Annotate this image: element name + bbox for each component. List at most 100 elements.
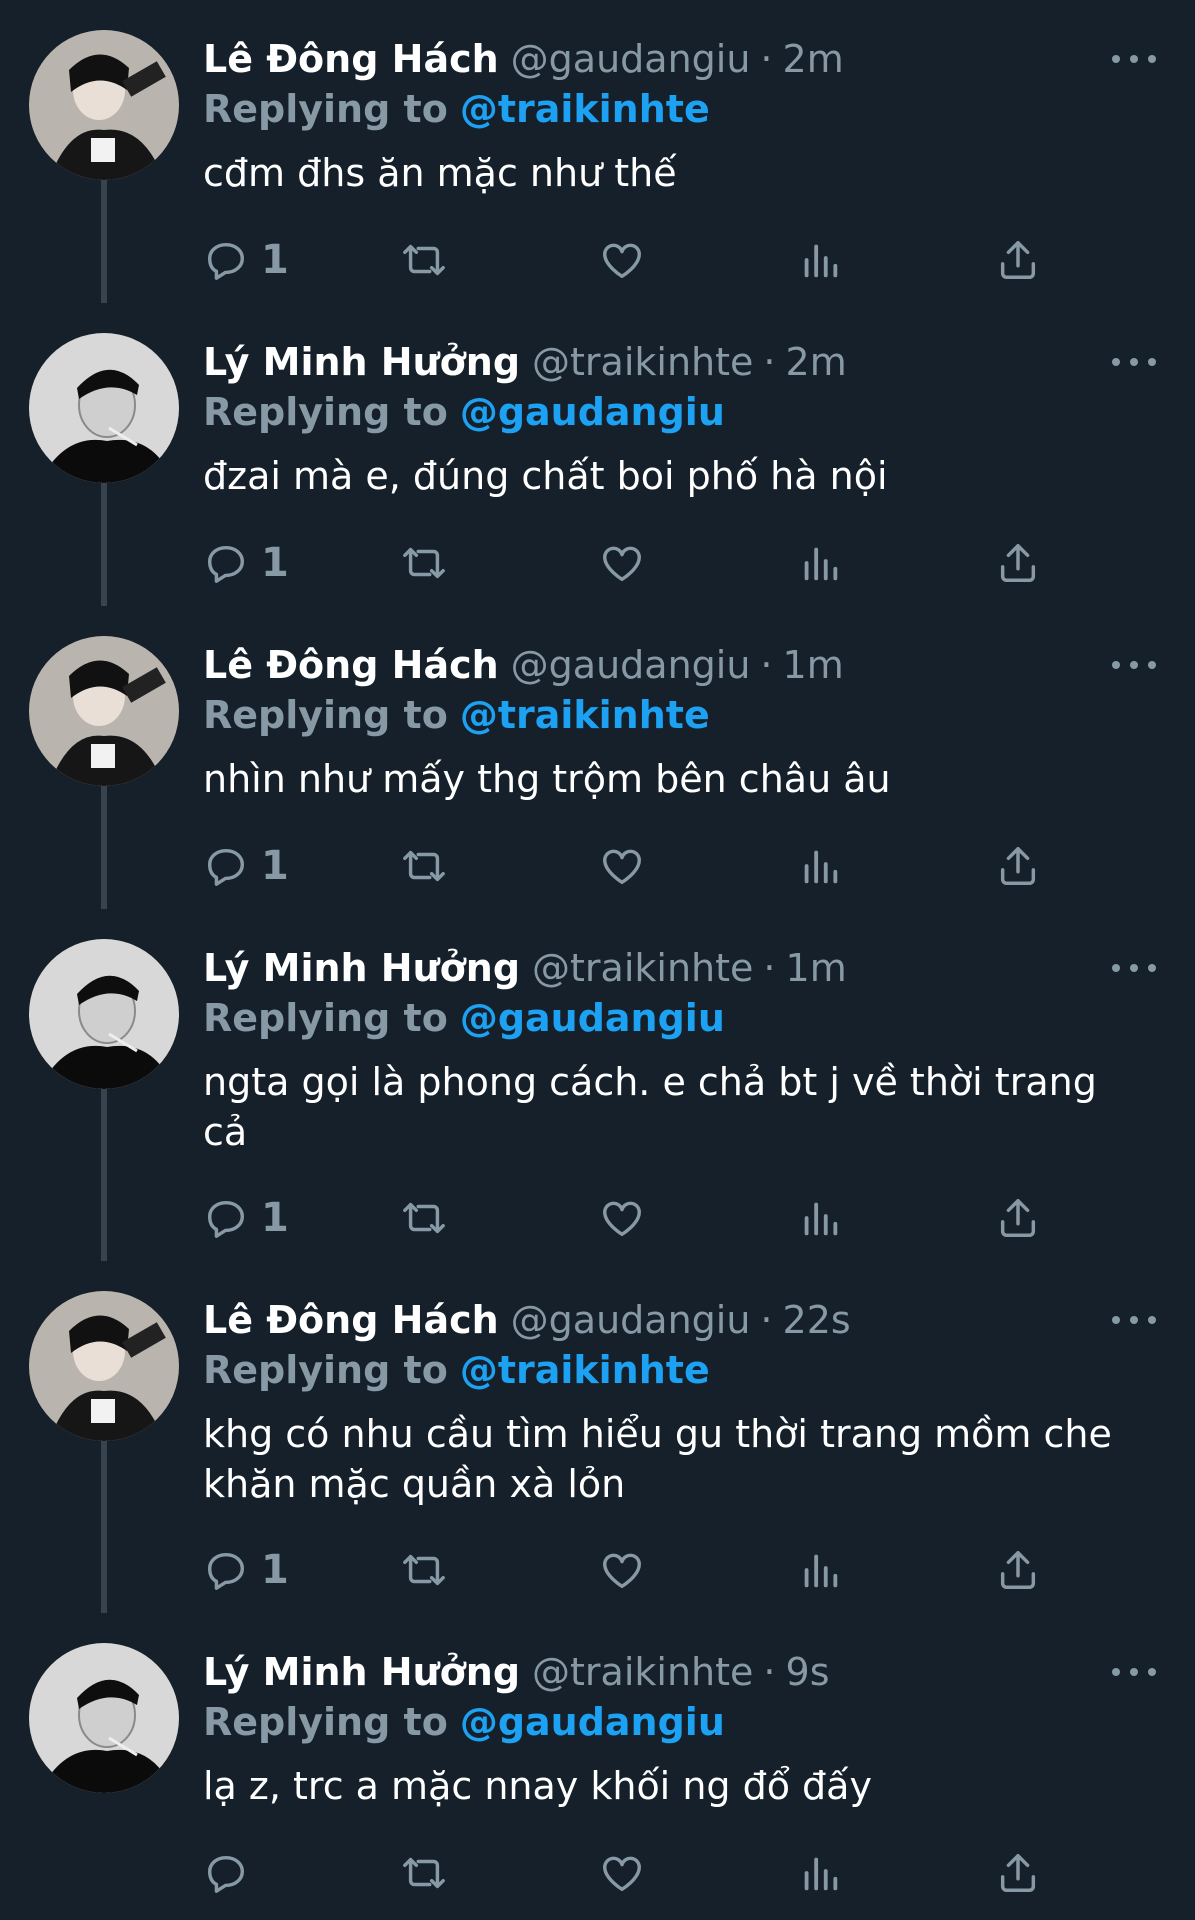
like-button[interactable] [599,533,645,593]
retweet-button[interactable] [401,1188,447,1248]
share-button[interactable] [995,1843,1041,1903]
action-bar: 1 [203,836,1083,896]
display-name[interactable]: Lý Minh Hưởng [203,943,520,993]
user-handle[interactable]: @traikinhte [532,337,753,387]
retweet-icon [403,547,445,579]
mention-link[interactable]: @traikinhte [460,693,710,737]
display-name[interactable]: Lý Minh Hưởng [203,1647,520,1697]
thread-connector-line [101,1441,107,1613]
replying-to-label: Replying to [203,390,448,434]
analytics-button[interactable] [797,1843,843,1903]
more-icon[interactable] [1112,1657,1156,1687]
reply-icon [207,242,245,280]
tweet[interactable]: Lê Đông Hách @gaudangiu · 22s Replying t… [0,1261,1195,1613]
share-button[interactable] [995,230,1041,290]
retweet-icon [403,244,445,276]
mention-link[interactable]: @traikinhte [460,1348,710,1392]
timestamp[interactable]: 2m [786,337,847,387]
analytics-icon [804,1857,838,1891]
share-icon [1000,1199,1036,1237]
like-button[interactable] [599,230,645,290]
reply-button[interactable]: 1 [203,1188,289,1248]
like-button[interactable] [599,1843,645,1903]
timestamp[interactable]: 9s [786,1647,830,1697]
reply-button[interactable]: 1 [203,533,289,593]
display-name[interactable]: Lê Đông Hách [203,640,499,690]
more-icon[interactable] [1112,650,1156,680]
retweet-button[interactable] [401,836,447,896]
replying-to-label: Replying to [203,1348,448,1392]
reply-button[interactable] [203,1843,261,1903]
mention-link[interactable]: @gaudangiu [460,996,725,1040]
more-icon[interactable] [1112,44,1156,74]
analytics-button[interactable] [797,1188,843,1248]
reply-button[interactable]: 1 [203,1540,289,1600]
like-button[interactable] [599,836,645,896]
display-name[interactable]: Lý Minh Hưởng [203,337,520,387]
reply-button[interactable]: 1 [203,230,289,290]
mention-link[interactable]: @gaudangiu [460,1700,725,1744]
separator-dot: · [763,946,776,990]
avatar[interactable] [29,30,179,180]
tweet[interactable]: Lý Minh Hưởng @traikinhte · 9s Replying … [0,1613,1195,1916]
retweet-icon [403,1202,445,1234]
user-handle[interactable]: @traikinhte [532,943,753,993]
user-handle[interactable]: @gaudangiu [511,1295,751,1345]
avatar[interactable] [29,939,179,1089]
reply-icon [207,1200,245,1238]
tweet[interactable]: Lý Minh Hưởng @traikinhte · 2m Replying … [0,303,1195,606]
reply-count: 1 [261,540,289,586]
display-name[interactable]: Lê Đông Hách [203,1295,499,1345]
share-button[interactable] [995,1540,1041,1600]
like-button[interactable] [599,1188,645,1248]
share-icon [1000,1551,1036,1589]
tweet[interactable]: Lê Đông Hách @gaudangiu · 1m Replying to… [0,606,1195,909]
heart-icon [603,546,641,582]
timestamp[interactable]: 1m [786,943,847,993]
user-handle[interactable]: @gaudangiu [511,34,751,84]
retweet-button[interactable] [401,230,447,290]
avatar[interactable] [29,636,179,786]
avatar[interactable] [29,333,179,483]
user-handle[interactable]: @traikinhte [532,1647,753,1697]
share-button[interactable] [995,533,1041,593]
share-button[interactable] [995,1188,1041,1248]
retweet-button[interactable] [401,1540,447,1600]
replying-to-label: Replying to [203,1700,448,1744]
analytics-button[interactable] [797,230,843,290]
timestamp[interactable]: 1m [783,640,844,690]
analytics-button[interactable] [797,533,843,593]
reply-button[interactable]: 1 [203,836,289,896]
analytics-button[interactable] [797,1540,843,1600]
timestamp[interactable]: 22s [783,1295,851,1345]
display-name[interactable]: Lê Đông Hách [203,34,499,84]
more-icon[interactable] [1112,1305,1156,1335]
avatar[interactable] [29,1643,179,1793]
tweet[interactable]: Lê Đông Hách @gaudangiu · 2m Replying to… [0,0,1195,303]
analytics-icon [804,1554,838,1588]
mention-link[interactable]: @traikinhte [460,87,710,131]
thread-connector-line [101,786,107,909]
retweet-icon [403,1857,445,1889]
like-button[interactable] [599,1540,645,1600]
tweet-text: cđm đhs ăn mặc như thế [203,151,677,195]
retweet-button[interactable] [401,1843,447,1903]
user-handle[interactable]: @gaudangiu [511,640,751,690]
reply-count: 1 [261,1195,289,1241]
tweet-header: Lê Đông Hách @gaudangiu · 22s [203,1295,851,1345]
mention-link[interactable]: @gaudangiu [460,390,725,434]
replying-to: Replying to @gaudangiu [203,1697,725,1747]
more-icon[interactable] [1112,347,1156,377]
more-icon[interactable] [1112,953,1156,983]
tweet[interactable]: Lý Minh Hưởng @traikinhte · 1m Replying … [0,909,1195,1261]
tweet-header: Lý Minh Hưởng @traikinhte · 1m [203,943,847,993]
retweet-button[interactable] [401,533,447,593]
timestamp[interactable]: 2m [783,34,844,84]
thread-connector-line [101,1089,107,1261]
avatar[interactable] [29,1291,179,1441]
analytics-button[interactable] [797,836,843,896]
share-button[interactable] [995,836,1041,896]
replying-to: Replying to @gaudangiu [203,993,725,1043]
reply-count: 1 [261,843,289,889]
thread-connector-line [101,180,107,303]
